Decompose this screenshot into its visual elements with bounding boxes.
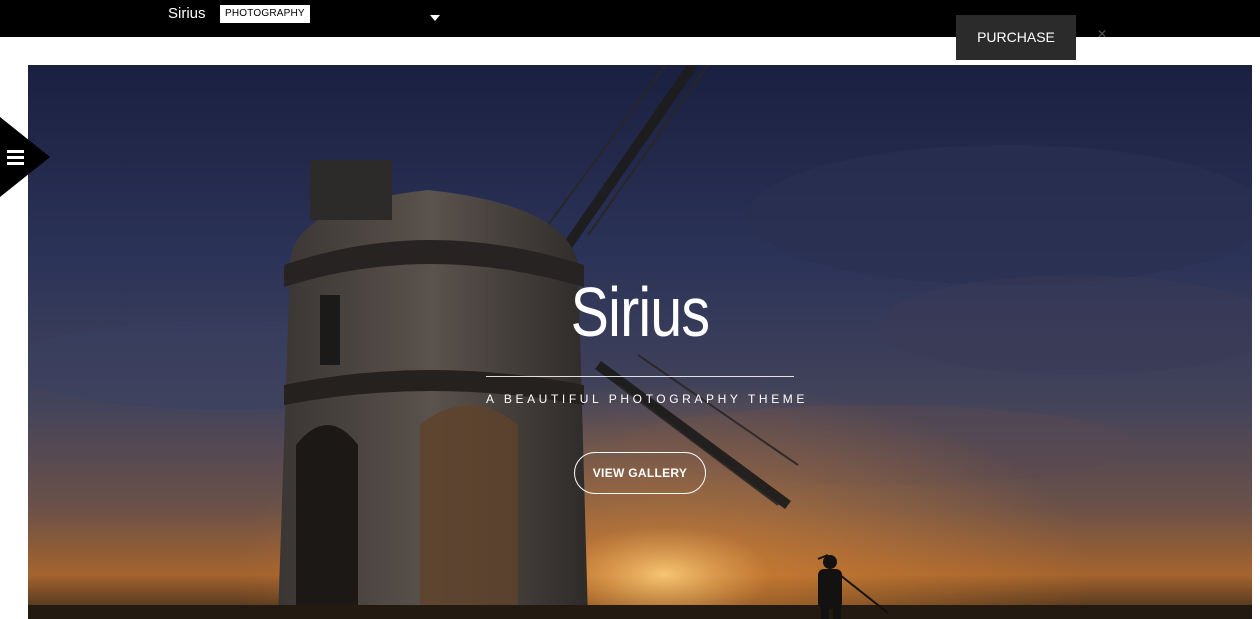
sidebar-menu-toggle[interactable] xyxy=(0,117,50,197)
view-gallery-button[interactable]: VIEW GALLERY xyxy=(574,452,706,494)
close-icon[interactable]: ✕ xyxy=(1097,30,1107,37)
purchase-button[interactable]: PURCHASE xyxy=(956,15,1076,60)
theme-badge[interactable]: PHOTOGRAPHY xyxy=(220,5,310,23)
caret-down-icon[interactable] xyxy=(430,15,440,21)
hero-divider xyxy=(486,376,794,377)
hero-subtitle: A BEAUTIFUL PHOTOGRAPHY THEME xyxy=(486,392,809,406)
brand-name[interactable]: Sirius xyxy=(168,5,206,22)
hero-title: Sirius xyxy=(570,273,710,351)
hamburger-menu-icon xyxy=(0,117,50,197)
